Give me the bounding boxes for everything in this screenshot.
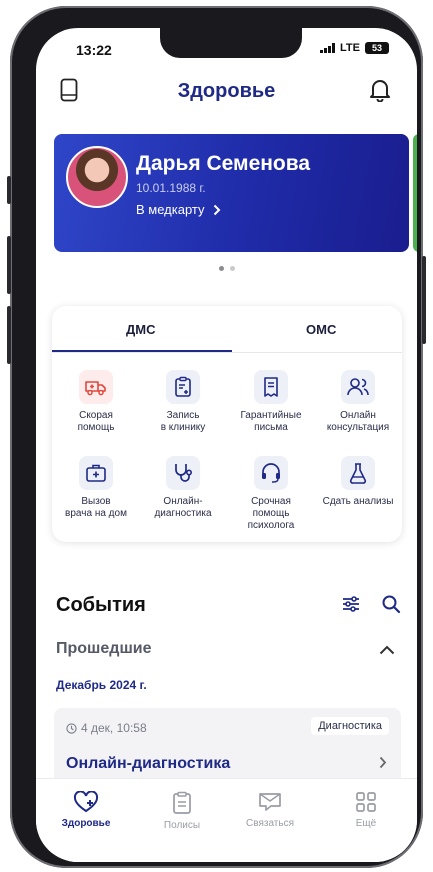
status-bar: 13:22 LTE 53: [36, 40, 417, 60]
network-label: LTE: [340, 42, 360, 54]
month-header: Декабрь 2024 г.: [56, 678, 147, 692]
tab-oms[interactable]: ОМС: [306, 322, 336, 337]
grid-icon: [356, 792, 376, 812]
event-category-badge: Диагностика: [311, 717, 389, 735]
heart-plus-icon: [73, 791, 99, 813]
volume-down-button: [7, 306, 11, 364]
past-events-label[interactable]: Прошедшие: [56, 640, 152, 658]
service-guarantee-letters[interactable]: Гарантийные письма: [228, 370, 314, 434]
service-label: Вызов врача на дом: [65, 496, 127, 519]
medkit-icon: [79, 456, 113, 490]
clock-icon: [66, 722, 77, 734]
chevron-up-icon[interactable]: [379, 642, 395, 660]
service-doctor-home-visit[interactable]: Вызов врача на дом: [53, 456, 139, 520]
bell-icon[interactable]: [369, 78, 391, 107]
service-online-diagnostics[interactable]: Онлайн- диагностика: [140, 456, 226, 520]
search-icon[interactable]: [381, 594, 401, 619]
headset-icon: [254, 456, 288, 490]
service-label: Запись в клинику: [160, 410, 206, 433]
profile-birthdate: 10.01.1988 г.: [136, 181, 206, 195]
status-indicators: LTE 53: [320, 42, 389, 54]
volume-up-button: [7, 236, 11, 294]
flask-icon: [341, 456, 375, 490]
carousel-dots: [36, 266, 417, 271]
services-panel: ДМС ОМС Скорая помощь Запись в клинику Г…: [52, 306, 402, 542]
medical-record-link-label: В медкарту: [136, 202, 205, 217]
chevron-right-icon: [379, 756, 387, 774]
chevron-right-icon: [213, 204, 220, 215]
ambulance-icon: [79, 370, 113, 404]
profile-card[interactable]: Дарья Семенова 10.01.1988 г. В медкарту: [54, 134, 409, 252]
nav-label: Связаться: [246, 818, 294, 829]
events-toolbar: [341, 594, 401, 619]
app-header: Здоровье: [36, 72, 417, 112]
chat-icon: [259, 793, 281, 811]
service-label: Скорая помощь: [77, 410, 115, 433]
people-icon: [341, 370, 375, 404]
nav-label: Полисы: [163, 820, 201, 831]
phone-frame: 13:22 LTE 53 Здоровье Дарья Семенова 10.…: [7, 6, 426, 868]
service-clinic-booking[interactable]: Запись в клинику: [140, 370, 226, 434]
nav-policies[interactable]: Полисы: [142, 791, 222, 831]
service-ambulance[interactable]: Скорая помощь: [53, 370, 139, 434]
bottom-nav: Здоровье Полисы Связаться Ещё: [36, 778, 417, 862]
service-label: Онлайн консультация: [326, 410, 390, 433]
signal-icon: [320, 43, 336, 53]
nav-label: Здоровье: [61, 818, 111, 829]
avatar: [66, 146, 128, 208]
medical-record-link[interactable]: В медкарту: [136, 202, 221, 217]
battery-level: 53: [371, 43, 382, 53]
event-card[interactable]: 4 дек, 10:58 Диагностика Онлайн-диагност…: [54, 708, 401, 788]
events-title: События: [56, 594, 146, 616]
policy-icon: [173, 791, 191, 814]
status-time: 13:22: [76, 42, 112, 58]
app-screen: 13:22 LTE 53 Здоровье Дарья Семенова 10.…: [36, 28, 417, 862]
nav-contact[interactable]: Связаться: [230, 791, 310, 829]
filter-icon[interactable]: [341, 594, 361, 619]
stethoscope-icon: [166, 456, 200, 490]
tab-dms[interactable]: ДМС: [126, 322, 155, 337]
profile-name: Дарья Семенова: [136, 152, 311, 175]
device-stage: 13:22 LTE 53 Здоровье Дарья Семенова 10.…: [0, 0, 433, 872]
service-lab-tests[interactable]: Сдать анализы: [315, 456, 401, 508]
nav-label: Ещё: [355, 818, 377, 829]
service-label: Гарантийные письма: [240, 410, 302, 433]
power-button: [422, 256, 426, 344]
next-card-peek[interactable]: [413, 134, 417, 252]
insurance-tabs: ДМС ОМС: [52, 306, 402, 353]
carousel-dot[interactable]: [229, 266, 235, 271]
clipboard-plus-icon: [166, 370, 200, 404]
service-urgent-psychologist[interactable]: Срочная помощь психолога: [228, 456, 314, 532]
page-title: Здоровье: [177, 80, 276, 102]
event-time: 4 дек, 10:58: [66, 721, 147, 735]
document-icon: [254, 370, 288, 404]
nav-health[interactable]: Здоровье: [46, 791, 126, 829]
active-tab-indicator: [52, 350, 232, 352]
service-label: Сдать анализы: [322, 496, 394, 507]
event-name: Онлайн-диагностика: [66, 755, 231, 772]
event-time-text: 4 дек, 10:58: [81, 721, 147, 735]
service-label: Онлайн- диагностика: [154, 496, 212, 519]
mute-switch: [7, 176, 11, 204]
nav-more[interactable]: Ещё: [326, 791, 406, 829]
carousel-dot-active[interactable]: [218, 266, 224, 271]
battery-icon: 53: [365, 42, 389, 54]
service-online-consultation[interactable]: Онлайн консультация: [315, 370, 401, 434]
service-label: Срочная помощь психолога: [247, 496, 295, 531]
